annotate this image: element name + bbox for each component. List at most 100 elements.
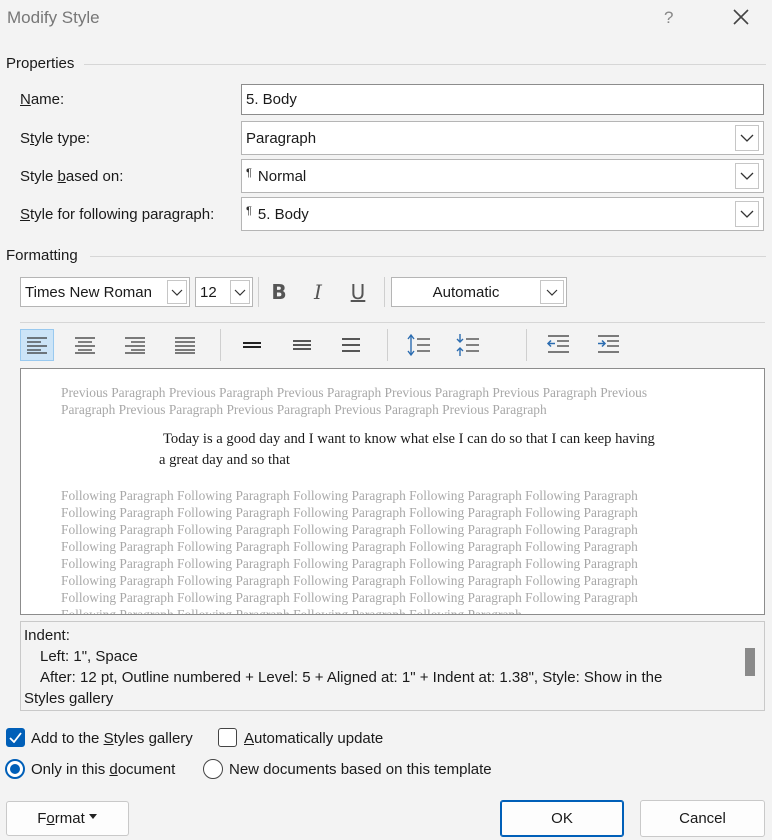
double-spacing-icon	[342, 338, 360, 352]
paragraph-mark-icon: ¶	[246, 205, 252, 217]
style-type-dropdown[interactable]	[735, 125, 759, 151]
toolbar-separator	[384, 277, 385, 307]
preview-previous-paragraph: Previous Paragraph Previous Paragraph Pr…	[61, 385, 648, 417]
justify-icon	[175, 337, 195, 354]
align-left-button[interactable]	[20, 329, 54, 361]
style-type-select[interactable]: Paragraph	[241, 121, 764, 155]
font-color-select[interactable]: Automatic	[391, 277, 567, 307]
preview-following-line: Following Paragraph Following Paragraph …	[61, 488, 638, 503]
single-spacing-button[interactable]	[235, 329, 269, 361]
format-button-label: Format	[37, 810, 85, 827]
preview-following-line: Following Paragraph Following Paragraph …	[61, 539, 638, 554]
chevron-down-icon	[740, 134, 754, 142]
justify-button[interactable]	[168, 329, 202, 361]
decrease-indent-button[interactable]	[541, 329, 575, 361]
close-button[interactable]	[728, 4, 754, 30]
close-icon	[733, 9, 749, 25]
font-color-value: Automatic	[432, 283, 500, 301]
description-line: Indent:	[24, 627, 70, 644]
based-on-dropdown[interactable]	[735, 163, 759, 189]
one-half-spacing-button[interactable]	[285, 329, 319, 361]
name-input[interactable]: 5. Body	[241, 84, 764, 115]
font-color-dropdown[interactable]	[540, 280, 564, 304]
formatting-header: Formatting	[6, 247, 78, 264]
preview-following-line: Following Paragraph Following Paragraph …	[61, 556, 638, 571]
toolbar-divider	[20, 322, 765, 323]
following-dropdown[interactable]	[735, 201, 759, 227]
add-to-gallery-label: Add to the Styles gallery	[31, 730, 193, 747]
following-label: Style for following paragraph:	[20, 206, 215, 223]
checkmark-icon	[9, 732, 22, 743]
preview-following-line: Following Paragraph Following Paragraph …	[61, 607, 522, 615]
preview-main-line-1: Today is a good day and I want to know w…	[163, 431, 655, 447]
toolbar-separator	[387, 329, 388, 361]
align-center-button[interactable]	[68, 329, 102, 361]
description-line: Styles gallery	[24, 690, 114, 707]
size-dropdown[interactable]	[230, 280, 250, 304]
chevron-down-icon	[740, 172, 754, 180]
italic-button[interactable]: I	[302, 277, 334, 307]
formatting-divider	[90, 256, 766, 257]
auto-update-label: Automatically update	[244, 730, 384, 747]
based-on-label: Style based on:	[20, 168, 124, 185]
format-button[interactable]: Format	[6, 801, 129, 836]
add-to-gallery-checkbox[interactable]	[6, 728, 25, 747]
preview-following-line: Following Paragraph Following Paragraph …	[61, 505, 638, 520]
style-type-value: Paragraph	[246, 129, 317, 147]
title-bar	[0, 0, 772, 42]
decrease-spacing-icon	[456, 334, 479, 356]
new-documents-radio[interactable]	[203, 759, 223, 779]
dialog-title: Modify Style	[7, 8, 100, 27]
toolbar-separator	[258, 277, 259, 307]
align-right-button[interactable]	[118, 329, 152, 361]
based-on-select[interactable]: ¶ Normal	[241, 159, 764, 193]
single-spacing-icon	[243, 342, 261, 348]
decrease-spacing-button[interactable]	[451, 329, 485, 361]
only-this-document-label: Only in this document	[31, 761, 176, 778]
scrollbar-thumb[interactable]	[745, 648, 755, 676]
properties-header: Properties	[6, 55, 75, 72]
chevron-down-icon	[740, 210, 754, 218]
underline-button[interactable]: U	[342, 277, 374, 307]
decrease-indent-icon	[546, 335, 569, 353]
chevron-down-icon	[171, 289, 183, 296]
align-right-icon	[125, 337, 145, 354]
auto-update-checkbox[interactable]	[218, 728, 237, 747]
toolbar-separator	[220, 329, 221, 361]
style-preview: Previous Paragraph Previous Paragraph Pr…	[20, 368, 765, 615]
double-spacing-button[interactable]	[334, 329, 368, 361]
preview-main-line-2: a great day and so that	[159, 452, 290, 468]
name-label: Name:	[20, 91, 65, 108]
properties-divider	[84, 64, 766, 65]
increase-spacing-button[interactable]	[402, 329, 436, 361]
based-on-value: Normal	[257, 167, 307, 185]
increase-indent-icon	[598, 335, 619, 353]
preview-following-line: Following Paragraph Following Paragraph …	[61, 522, 638, 537]
preview-following-line: Following Paragraph Following Paragraph …	[61, 573, 638, 588]
size-select[interactable]: 12	[195, 277, 253, 307]
help-button[interactable]: ?	[664, 8, 673, 28]
description-line: Left: 1", Space	[40, 648, 138, 665]
chevron-down-icon	[546, 289, 558, 296]
style-type-label: Style type:	[20, 130, 91, 147]
bold-button[interactable]: B	[263, 277, 295, 307]
font-value: Times New Roman	[25, 283, 152, 301]
size-value: 12	[200, 283, 217, 301]
following-select[interactable]: ¶ 5. Body	[241, 197, 764, 231]
increase-indent-button[interactable]	[591, 329, 625, 361]
align-left-icon	[27, 337, 47, 354]
style-description: Indent: Left: 1", Space After: 12 pt, Ou…	[20, 621, 765, 711]
font-dropdown[interactable]	[167, 280, 187, 304]
ok-button[interactable]: OK	[500, 800, 624, 837]
font-select[interactable]: Times New Roman	[20, 277, 190, 307]
only-this-document-radio[interactable]	[5, 759, 25, 779]
increase-spacing-icon	[407, 333, 430, 357]
chevron-down-icon	[234, 289, 246, 296]
cancel-button[interactable]: Cancel	[640, 800, 765, 837]
preview-following-line: Following Paragraph Following Paragraph …	[61, 590, 638, 605]
toolbar-separator	[526, 329, 527, 361]
description-line: After: 12 pt, Outline numbered + Level: …	[40, 669, 663, 686]
caret-down-icon	[88, 813, 97, 819]
new-documents-label: New documents based on this template	[229, 761, 492, 778]
paragraph-mark-icon: ¶	[246, 167, 252, 179]
